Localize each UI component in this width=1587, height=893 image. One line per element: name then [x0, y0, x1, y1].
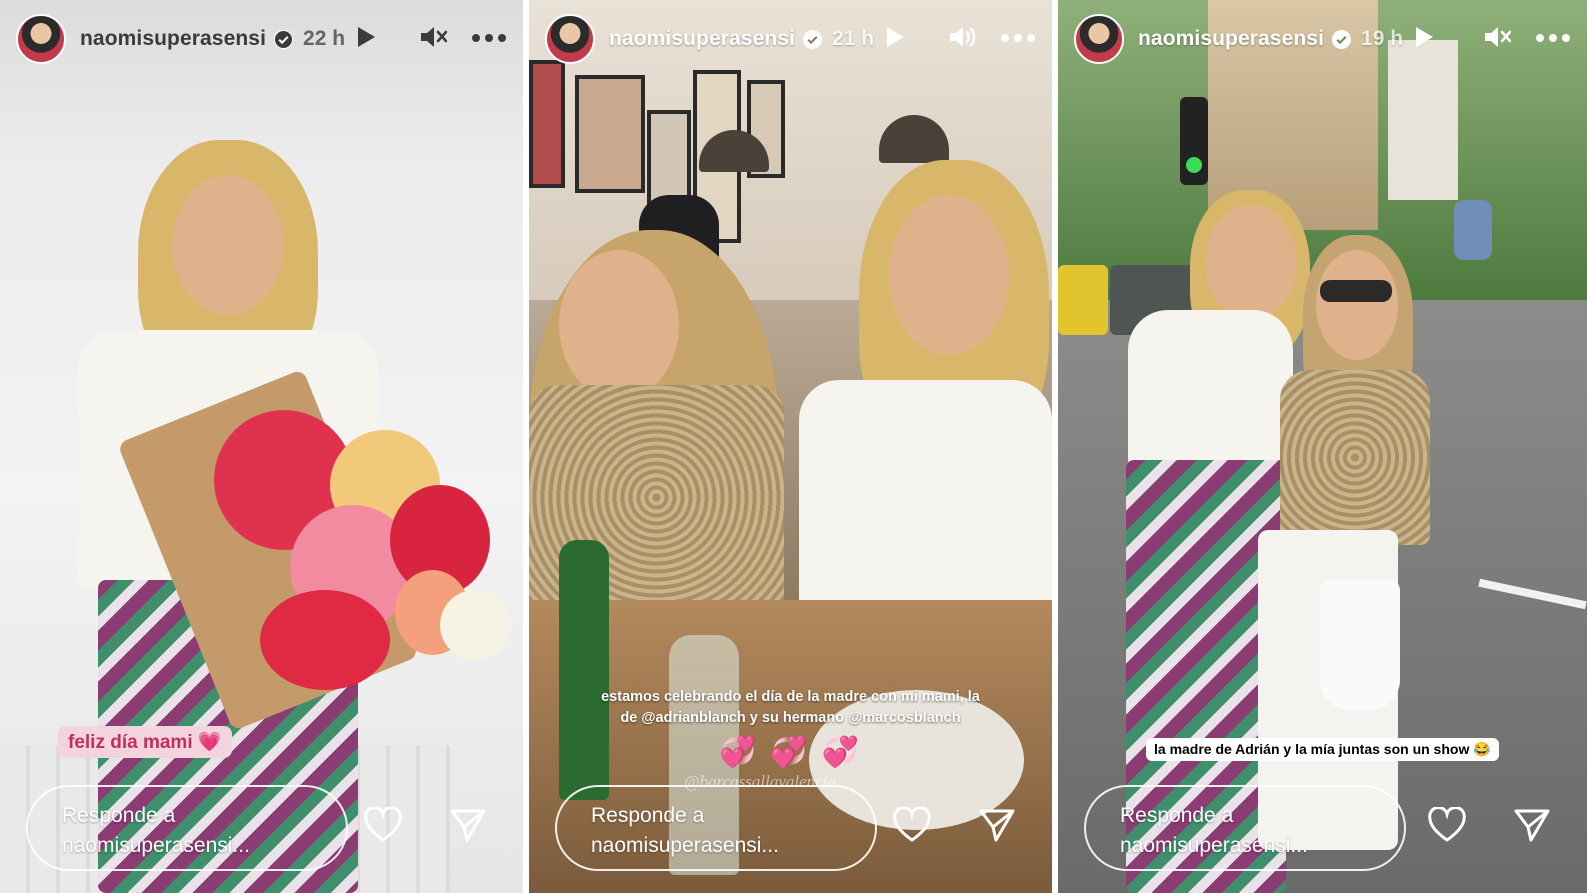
username[interactable]: naomisuperasensi	[1138, 27, 1324, 51]
reply-input[interactable]: Responde a naomisuperasensi...	[26, 785, 348, 871]
more-options-icon[interactable]	[1000, 30, 1036, 48]
story-header: naomisuperasensi 22 h	[16, 14, 507, 64]
play-icon[interactable]	[1413, 25, 1435, 54]
reply-placeholder-line2: naomisuperasensi...	[591, 834, 779, 857]
stories-row: naomisuperasensi 22 h feliz día mami 💗 R…	[0, 0, 1587, 893]
woman-face	[172, 175, 284, 315]
post-time: 19 h	[1361, 27, 1404, 50]
reply-placeholder-line1: Responde a	[1120, 804, 1234, 827]
white-freesia	[440, 590, 510, 660]
send-icon[interactable]	[1513, 807, 1551, 843]
post-time: 22 h	[303, 27, 346, 50]
story-caption: feliz día mami 💗	[58, 726, 232, 758]
verified-badge-icon	[274, 29, 294, 49]
wall-frame	[575, 75, 645, 193]
username[interactable]: naomisuperasensi	[609, 27, 795, 51]
crochet-top	[1280, 370, 1430, 545]
hearts-sticker: 💞💞💞	[719, 736, 874, 769]
muted-speaker-icon[interactable]	[419, 24, 448, 55]
reply-input[interactable]: Responde a naomisuperasensi...	[1084, 785, 1406, 871]
verified-badge-icon	[803, 29, 823, 49]
username[interactable]: naomisuperasensi	[80, 27, 266, 51]
like-heart-icon[interactable]	[363, 807, 403, 843]
verified-badge-icon	[1332, 29, 1352, 49]
skater	[1454, 200, 1492, 260]
post-time: 21 h	[832, 27, 875, 50]
muted-speaker-icon[interactable]	[1483, 24, 1512, 55]
green-bottle	[559, 540, 609, 800]
yellow-bin	[1058, 265, 1108, 335]
story-caption: estamos celebrando el día de la madre co…	[549, 687, 1032, 729]
reply-placeholder-line1: Responde a	[591, 804, 705, 827]
more-options-icon[interactable]	[1535, 30, 1571, 48]
peony-red-3	[260, 590, 390, 690]
story-card-1[interactable]: naomisuperasensi 22 h feliz día mami 💗 R…	[0, 0, 523, 893]
white-shirt	[1128, 310, 1293, 470]
story-card-2[interactable]: naomisuperasensi 21 h estamos celebrando…	[529, 0, 1052, 893]
white-bag	[1320, 580, 1400, 710]
play-icon[interactable]	[884, 25, 906, 54]
traffic-light-green	[1186, 157, 1202, 173]
story-caption: la madre de Adrián y la mía juntas son u…	[1146, 738, 1499, 761]
send-icon[interactable]	[449, 807, 487, 843]
story-header: naomisuperasensi 21 h	[545, 14, 1036, 64]
story-header: naomisuperasensi 19 h	[1074, 14, 1571, 64]
speaker-icon[interactable]	[948, 24, 976, 55]
caption-line-2: de @adrianblanch y su hermano @marcosbla…	[620, 710, 961, 726]
woman-left-face	[559, 250, 679, 400]
caption-line-1: estamos celebrando el día de la madre co…	[601, 689, 980, 705]
sunglasses	[1320, 280, 1392, 302]
woman-left-face	[1205, 205, 1297, 320]
reply-placeholder-line2: naomisuperasensi...	[1120, 834, 1308, 857]
woman-right-face	[889, 195, 1009, 355]
building	[1388, 40, 1458, 200]
send-icon[interactable]	[978, 807, 1016, 843]
like-heart-icon[interactable]	[1427, 807, 1467, 843]
play-icon[interactable]	[355, 25, 377, 54]
reply-placeholder-line1: Responde a	[62, 804, 176, 827]
more-options-icon[interactable]	[471, 30, 507, 48]
story-card-3[interactable]: naomisuperasensi 19 h la madre de Adrián…	[1058, 0, 1587, 893]
like-heart-icon[interactable]	[892, 807, 932, 843]
wall-frame	[647, 110, 691, 208]
reply-input[interactable]: Responde a naomisuperasensi...	[555, 785, 877, 871]
wall-frame	[529, 60, 565, 188]
avatar[interactable]	[16, 14, 66, 64]
woman-right-face	[1316, 250, 1398, 360]
avatar[interactable]	[1074, 14, 1124, 64]
avatar[interactable]	[545, 14, 595, 64]
reply-placeholder-line2: naomisuperasensi...	[62, 834, 250, 857]
